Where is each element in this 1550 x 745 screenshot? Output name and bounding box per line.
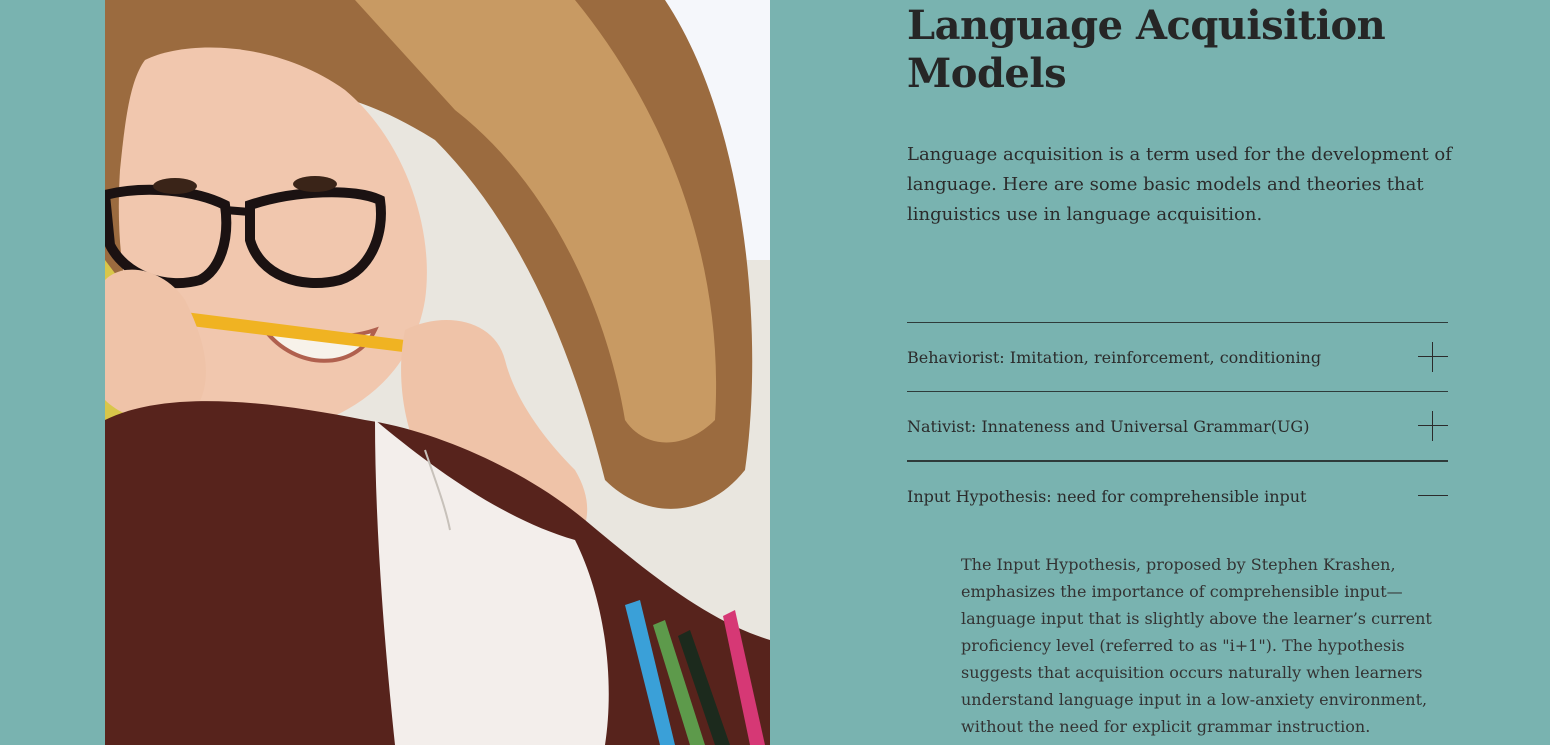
accordion-label: Behaviorist: Imitation, reinforcement, c… bbox=[907, 347, 1322, 367]
accordion-item-input-hypothesis: Input Hypothesis: need for comprehensibl… bbox=[907, 462, 1448, 740]
accordion-label: Input Hypothesis: need for comprehensibl… bbox=[907, 486, 1307, 506]
page-title-line1: Language Acquisition bbox=[907, 2, 1386, 49]
page-title: Language Acquisition Models bbox=[907, 2, 1467, 98]
accordion-item-behaviorist: Behaviorist: Imitation, reinforcement, c… bbox=[907, 323, 1448, 392]
accordion-item-nativist: Nativist: Innateness and Universal Gramm… bbox=[907, 392, 1448, 462]
minus-icon[interactable] bbox=[1418, 481, 1448, 511]
page-title-line2: Models bbox=[907, 50, 1067, 97]
accordion-body-input-hypothesis: The Input Hypothesis, proposed by Stephe… bbox=[961, 555, 1432, 736]
models-accordion: Behaviorist: Imitation, reinforcement, c… bbox=[907, 322, 1448, 740]
accordion-header-behaviorist[interactable]: Behaviorist: Imitation, reinforcement, c… bbox=[907, 323, 1448, 391]
photo-illustration bbox=[105, 0, 770, 745]
accordion-header-input-hypothesis[interactable]: Input Hypothesis: need for comprehensibl… bbox=[907, 462, 1448, 530]
plus-icon[interactable] bbox=[1418, 342, 1448, 372]
accordion-header-nativist[interactable]: Nativist: Innateness and Universal Gramm… bbox=[907, 392, 1448, 460]
accordion-label: Nativist: Innateness and Universal Gramm… bbox=[907, 416, 1310, 436]
plus-icon[interactable] bbox=[1418, 411, 1448, 441]
intro-paragraph: Language acquisition is a term used for … bbox=[907, 144, 1452, 225]
student-photo bbox=[105, 0, 770, 745]
